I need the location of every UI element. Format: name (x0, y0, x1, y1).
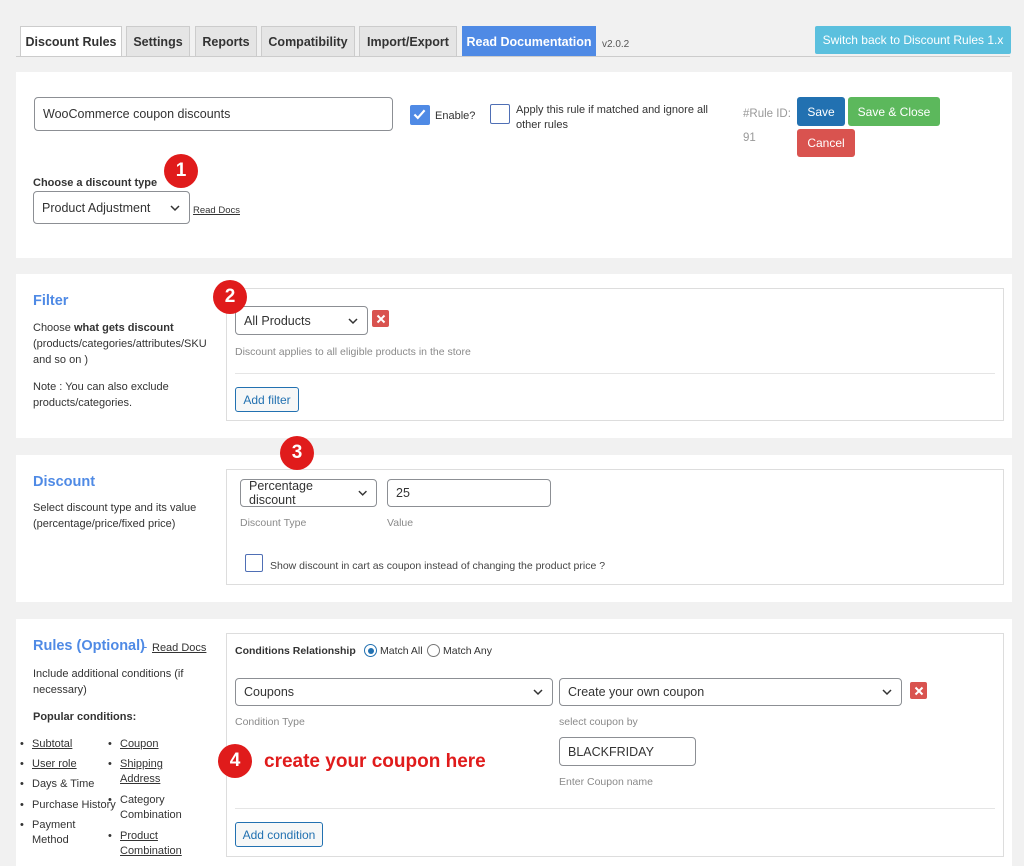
show-as-coupon-checkbox[interactable] (245, 554, 263, 572)
rule-name-input[interactable] (34, 97, 393, 131)
enable-checkbox[interactable] (410, 105, 430, 125)
filter-panel: Filter Choose what gets discount (produc… (16, 274, 1012, 438)
filter-desc-rest: (products/categories/attributes/SKU and … (33, 338, 207, 366)
popular-condition-days-time: Days & Time (20, 777, 94, 792)
annotation-text: create your coupon here (264, 751, 486, 772)
discount-type-value: Product Adjustment (42, 200, 151, 215)
discount-description: Select discount type and its value (perc… (33, 502, 197, 530)
show-as-coupon-label: Show discount in cart as coupon instead … (270, 560, 606, 572)
rule-id-label: #Rule ID: (743, 108, 791, 120)
rules-read-docs-link[interactable]: Read Docs (152, 640, 206, 656)
apply-rule-checkbox[interactable] (490, 104, 510, 124)
condition-type-select[interactable]: Coupons (235, 678, 553, 706)
rules-description: Include additional conditions (if necess… (33, 668, 184, 696)
coupon-select-value: Create your own coupon (568, 685, 705, 699)
filter-help-text: Discount applies to all eligible product… (235, 346, 471, 358)
coupon-select[interactable]: Create your own coupon (559, 678, 902, 706)
discount-value-input[interactable] (387, 479, 551, 507)
remove-filter-button[interactable] (372, 310, 389, 327)
remove-condition-button[interactable] (910, 682, 927, 699)
discount-title: Discount (33, 474, 96, 490)
match-any-radio[interactable] (427, 644, 440, 657)
tab-settings[interactable]: Settings (126, 26, 190, 56)
step-badge-4: 4 (218, 744, 252, 778)
close-icon (914, 686, 923, 695)
chevron-down-icon (348, 317, 358, 324)
popular-condition-category-combination: Category Combination (108, 793, 190, 823)
match-all-label: Match All (380, 645, 423, 657)
filter-select[interactable]: All Products (235, 306, 368, 335)
filter-select-value: All Products (244, 313, 311, 328)
discount-panel: Discount Select discount type and its va… (16, 455, 1012, 602)
discount-type-dropdown[interactable]: Percentage discount (240, 479, 377, 507)
coupon-name-input[interactable] (559, 737, 696, 766)
cancel-button[interactable]: Cancel (797, 129, 855, 157)
save-button[interactable]: Save (797, 97, 845, 126)
conditions-divider (235, 808, 995, 809)
popular-condition-coupon[interactable]: Coupon (108, 737, 158, 752)
filter-box: All Products Discount applies to all eli… (226, 288, 1004, 421)
version-label: v2.0.2 (602, 39, 630, 50)
discount-type-caption: Discount Type (240, 517, 307, 529)
tab-divider (16, 56, 1010, 57)
popular-condition-payment-method: Payment Method (20, 818, 92, 848)
condition-type-caption: Condition Type (235, 716, 305, 728)
chevron-down-icon (533, 689, 543, 696)
discount-type-dropdown-value: Percentage discount (249, 479, 313, 507)
rules-title: Rules (Optional) (33, 638, 145, 654)
discount-value-caption: Value (387, 517, 414, 529)
tab-compatibility[interactable]: Compatibility (261, 26, 355, 56)
filter-divider (235, 373, 995, 374)
switch-back-button[interactable]: Switch back to Discount Rules 1.x (815, 26, 1011, 54)
rule-id-value: 91 (743, 132, 756, 144)
discount-type-read-docs-link[interactable]: Read Docs (193, 203, 240, 219)
chevron-down-icon (882, 689, 892, 696)
filter-note: Note : You can also exclude products/cat… (33, 381, 169, 409)
match-all-radio[interactable] (364, 644, 377, 657)
popular-condition-user-role[interactable]: User role (20, 757, 77, 772)
rules-dash: - (143, 639, 148, 654)
match-any-label: Match Any (443, 645, 493, 657)
step-badge-3: 3 (280, 436, 314, 470)
select-coupon-by-caption: select coupon by (559, 716, 638, 728)
tab-read-documentation[interactable]: Read Documentation (462, 26, 596, 56)
filter-desc-prefix: Choose (33, 322, 74, 334)
condition-type-value: Coupons (244, 685, 295, 699)
conditions-relationship-label: Conditions Relationship (235, 645, 356, 657)
add-filter-button[interactable]: Add filter (235, 387, 299, 412)
checkmark-icon (413, 109, 426, 120)
rules-panel: Rules (Optional) - Read Docs Include add… (16, 619, 1012, 866)
discount-type-label: Choose a discount type (33, 177, 158, 189)
discount-box: Percentage discount Discount Type Value … (226, 469, 1004, 585)
conditions-box: Conditions Relationship Match All Match … (226, 633, 1004, 857)
step-badge-1: 1 (164, 154, 198, 188)
discount-type-select[interactable]: Product Adjustment (33, 191, 190, 224)
step-badge-2: 2 (213, 280, 247, 314)
filter-title: Filter (33, 293, 69, 309)
enable-label: Enable? (435, 110, 476, 122)
popular-condition-product-combination[interactable]: Product Combination (108, 829, 190, 859)
tab-import-export[interactable]: Import/Export (359, 26, 457, 56)
chevron-down-icon (358, 490, 367, 496)
filter-description: Choose what gets discount (products/cate… (33, 320, 213, 368)
popular-condition-subtotal[interactable]: Subtotal (20, 737, 72, 752)
add-condition-button[interactable]: Add condition (235, 822, 323, 847)
chevron-down-icon (170, 204, 180, 211)
popular-condition-shipping-address[interactable]: Shipping Address (108, 757, 180, 787)
popular-conditions-label: Popular conditions: (33, 711, 137, 723)
save-close-button[interactable]: Save & Close (848, 97, 940, 126)
filter-desc-bold: what gets discount (73, 322, 174, 334)
tab-discount-rules[interactable]: Discount Rules (20, 26, 122, 57)
close-icon (376, 314, 385, 323)
coupon-name-caption: Enter Coupon name (559, 776, 653, 788)
apply-rule-label: Apply this rule if matched and ignore al… (516, 104, 708, 131)
tab-reports[interactable]: Reports (195, 26, 257, 56)
popular-condition-purchase-history: Purchase History (20, 798, 116, 813)
